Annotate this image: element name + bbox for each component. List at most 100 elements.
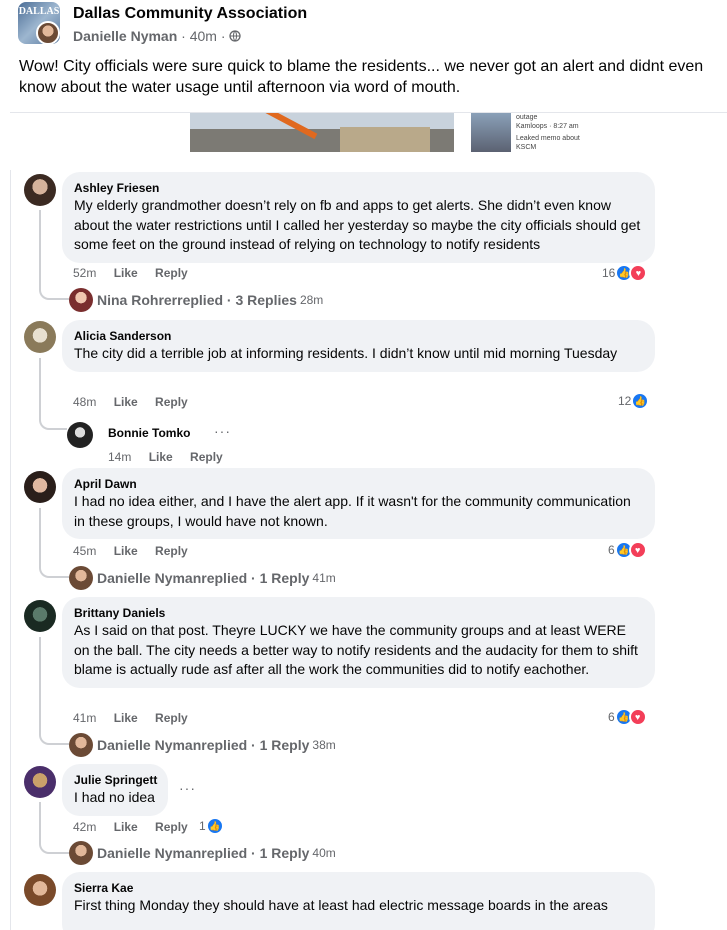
author-avatar[interactable] [36,21,60,45]
reaction-count[interactable]: 16 👍 ♥ [602,264,648,282]
comment-author[interactable]: April Dawn [74,476,643,492]
comment-author[interactable]: Brittany Daniels [74,605,643,621]
preview-thumbnail[interactable] [471,113,511,152]
avatar[interactable] [24,471,56,503]
avatar [69,566,93,590]
preview-caption: outage Kamloops · 8:27 am Leaked memo ab… [516,113,580,152]
avatar[interactable] [24,321,56,353]
reply-button[interactable]: Reply [155,395,188,409]
reaction-number: 6 [608,710,615,724]
comment-text: I had no idea [74,789,155,805]
thread-line [39,637,69,745]
group-avatar-text: DALLAS [18,6,60,17]
post-author[interactable]: Danielle Nyman [73,28,177,44]
avatar [69,733,93,757]
view-replies[interactable]: Danielle Nyman replied · 1 Reply 40m [69,841,336,865]
reaction-number: 12 [618,394,632,408]
avatar[interactable] [24,600,56,632]
preview-caption-line: KSCM [516,144,537,151]
avatar[interactable] [24,174,56,206]
replies-label: replied · 3 Replies [177,292,297,308]
comment-text: I had no idea either, and I have the ale… [74,493,631,529]
view-replies[interactable]: Nina Rohrer replied · 3 Replies 28m [69,288,323,312]
excavator-shape [252,113,318,140]
more-options-icon[interactable]: ··· [179,780,196,796]
avatar [69,841,93,865]
reaction-count[interactable]: 1 👍 [199,817,224,835]
comment-author[interactable]: Alicia Sanderson [74,328,643,344]
comment-bubble: Brittany Daniels As I said on that post.… [62,597,655,688]
comment-actions: 14m Like Reply [108,450,237,464]
like-button[interactable]: Like [114,544,138,558]
avatar [69,288,93,312]
reaction-count[interactable]: 6 👍 ♥ [608,541,647,559]
reaction-count[interactable]: 12 👍 [618,392,650,410]
comment-time[interactable]: 14m [108,450,131,464]
reply-time: 41m [312,571,336,585]
preview-caption-line: outage [516,114,538,121]
post-meta: Danielle Nyman · 40m · [73,28,242,44]
reaction-count[interactable]: 6 👍 ♥ [608,708,647,726]
replies-label: replied · 1 Reply [201,570,310,586]
reply-button[interactable]: Reply [155,820,188,834]
view-replies[interactable]: Danielle Nyman replied · 1 Reply 41m [69,566,336,590]
comment-bubble: Ashley Friesen My elderly grandmother do… [62,172,655,263]
replier-name: Danielle Nyman [97,570,202,586]
replier-name: Nina Rohrer [97,292,178,308]
reply-time: 38m [312,738,336,752]
comment-time[interactable]: 52m [73,266,96,280]
replier-name: Danielle Nyman [97,845,202,861]
meta-separator: · [181,28,190,44]
comment-bubble: Sierra Kae First thing Monday they shoul… [62,872,655,930]
link-preview[interactable]: outage Kamloops · 8:27 am Leaked memo ab… [10,112,727,152]
avatar[interactable] [24,874,56,906]
comment-author[interactable]: Julie Springett [74,772,157,788]
comment-time[interactable]: 45m [73,544,96,558]
comment-actions: 52m Like Reply [73,266,202,280]
post-text: Wow! City officials were sure quick to b… [19,58,704,96]
avatar[interactable] [24,766,56,798]
heart-icon: ♥ [629,264,648,282]
comment-actions: 42m Like Reply [73,820,202,834]
reply-button[interactable]: Reply [155,266,188,280]
replies-label: replied · 1 Reply [201,845,310,861]
replies-label: replied · 1 Reply [201,737,310,753]
building-shape [340,127,430,152]
like-button[interactable]: Like [114,820,138,834]
reply-button[interactable]: Reply [155,544,188,558]
comments-section: Ashley Friesen My elderly grandmother do… [10,170,690,930]
preview-image[interactable] [190,113,454,152]
more-options-icon[interactable]: ··· [214,423,231,439]
view-replies[interactable]: Danielle Nyman replied · 1 Reply 38m [69,733,336,757]
comment-time[interactable]: 48m [73,395,96,409]
comment-actions: 48m Like Reply [73,395,202,409]
reaction-number: 1 [199,819,206,833]
comment-text: The city did a terrible job at informing… [74,345,618,361]
comment-text: My elderly grandmother doesn’t rely on f… [74,197,641,252]
reply-time: 28m [299,293,324,307]
comment-time[interactable]: 42m [73,820,96,834]
like-button[interactable]: Like [114,266,138,280]
comment-bubble: Alicia Sanderson The city did a terrible… [62,320,655,372]
heart-icon: ♥ [628,541,647,559]
preview-caption-line: Kamloops · 8:27 am [516,123,579,130]
like-button[interactable]: Like [114,711,138,725]
preview-caption-line: Leaked memo about [516,135,580,142]
comment-author[interactable]: Sierra Kae [74,880,643,896]
comment-time[interactable]: 41m [73,711,96,725]
comment-actions: 45m Like Reply [73,544,202,558]
reply-button[interactable]: Reply [155,711,188,725]
avatar[interactable] [67,422,93,448]
group-name[interactable]: Dallas Community Association [73,5,307,23]
reply-button[interactable]: Reply [190,450,223,464]
post-header: DALLAS Dallas Community Association Dani… [18,2,718,48]
comment-author[interactable]: Bonnie Tomko [108,425,190,441]
thread-line [39,508,69,578]
comment-text: As I said on that post. Theyre LUCKY we … [74,622,638,677]
comment-author[interactable]: Ashley Friesen [74,180,643,196]
post-time[interactable]: 40m [190,28,217,44]
like-button[interactable]: Like [114,395,138,409]
like-button[interactable]: Like [149,450,173,464]
reply-time: 40m [312,846,336,860]
comment-bubble: April Dawn I had no idea either, and I h… [62,468,655,539]
